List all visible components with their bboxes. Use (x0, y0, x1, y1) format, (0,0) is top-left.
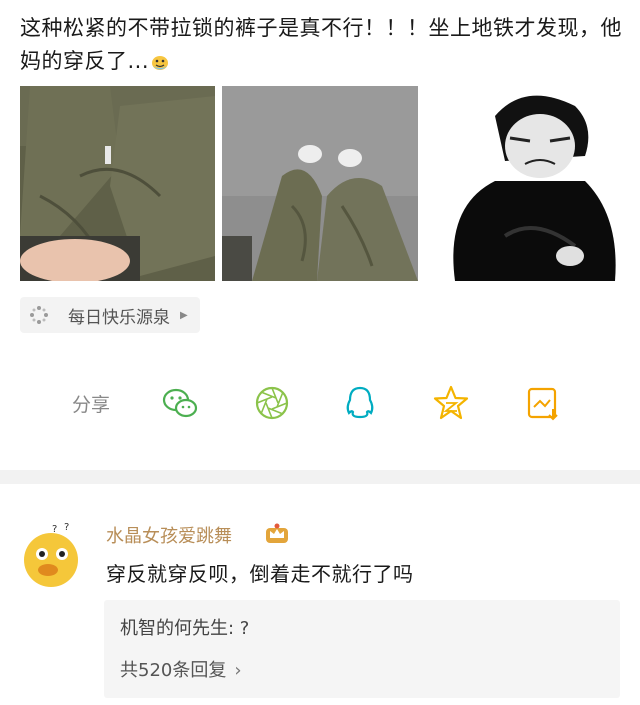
crying-laughing-emoji-icon (149, 48, 171, 70)
topic-tag-label: 每日快乐源泉 (68, 307, 170, 328)
share-label: 分享 (72, 394, 111, 416)
photo-pants-front[interactable] (20, 86, 215, 281)
qq-icon[interactable] (340, 383, 380, 423)
comment-item: ? ? 水晶女孩爱跳舞 穿反就穿反呗，倒着走不就行了吗 机智的何先生: ? 共5… (0, 484, 640, 705)
caret-right-icon: ▶ (180, 309, 188, 321)
weibo-save-icon[interactable] (523, 383, 563, 423)
qzone-star-icon[interactable] (431, 383, 471, 423)
comment-text: 穿反就穿反呗，倒着走不就行了吗 (106, 562, 414, 586)
wechat-icon[interactable] (160, 383, 200, 423)
chevron-right-icon: › (234, 660, 242, 681)
moments-icon[interactable] (252, 383, 292, 423)
post-text: 这种松紧的不带拉锁的裤子是真不行！！！坐上地铁才发现，他妈的穿反了... (20, 12, 625, 78)
meme-cartoon-guy[interactable] (425, 86, 621, 281)
view-replies-link[interactable]: 共520条回复 › (120, 656, 242, 682)
comment-username[interactable]: 水晶女孩爱跳舞 (106, 522, 232, 548)
crown-badge-icon (266, 523, 288, 543)
share-bar: 分享 (0, 380, 640, 428)
photo-pants-sitting[interactable] (222, 86, 418, 281)
svg-text:?: ? (64, 522, 69, 533)
topic-tag[interactable]: 每日快乐源泉 ▶ (20, 297, 200, 333)
avatar[interactable]: ? ? (18, 522, 84, 588)
reply-preview-box[interactable]: 机智的何先生: ? 共520条回复 › (104, 600, 620, 698)
section-divider (0, 470, 640, 484)
post-body: 这种松紧的不带拉锁的裤子是真不行！！！坐上地铁才发现，他妈的穿反了... (20, 16, 622, 73)
reply-preview: 机智的何先生: ? (120, 618, 250, 639)
sparkle-icon (30, 306, 48, 324)
reply-count-label: 共520条回复 (120, 660, 227, 681)
